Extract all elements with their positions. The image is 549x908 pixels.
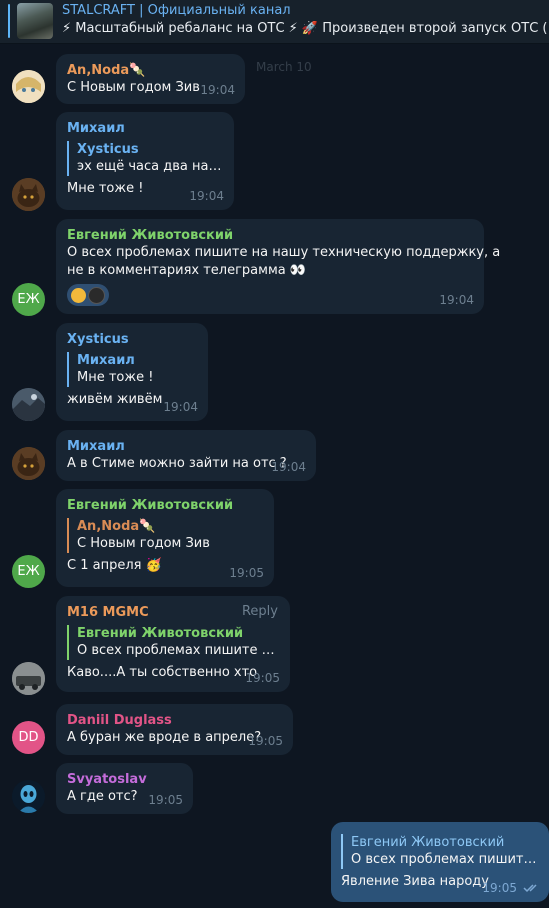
author-name[interactable]: Михаил — [67, 438, 305, 455]
reply-text: Мне тоже ! — [77, 370, 154, 385]
message-bubble[interactable]: Евгений Животовский An,Noda🍡 С Новым год… — [56, 489, 274, 587]
message-time: 19:05 — [248, 734, 283, 748]
author-name[interactable]: Svyatoslav — [67, 771, 182, 788]
avatar[interactable] — [12, 447, 45, 480]
reply-text: О всех проблемах пишите на ... — [77, 643, 279, 658]
reaction-avatar-icon — [88, 286, 105, 304]
channel-thumbnail — [17, 3, 53, 39]
reply-author: Михаил — [77, 353, 135, 368]
author-name[interactable]: Xysticus — [67, 331, 197, 348]
message-time: 19:05 — [245, 671, 280, 685]
reply-author: Евгений Животовский — [77, 626, 244, 641]
double-check-icon — [523, 884, 537, 893]
message-bubble[interactable]: M16 MGMC Reply Евгений Животовский О все… — [56, 596, 290, 692]
anime-avatar-icon — [12, 70, 45, 103]
message-bubble[interactable]: Евгений Животовский О всех проблемах пиш… — [56, 219, 501, 314]
pinned-accent-bar — [8, 4, 10, 38]
author-name[interactable]: An,Noda🍡 — [67, 62, 234, 79]
message-time: 19:04 — [439, 293, 474, 307]
avatar[interactable]: ЕЖ — [12, 555, 45, 588]
avatar[interactable]: ЕЖ — [12, 283, 45, 316]
message-time: 19:05 — [482, 881, 517, 895]
reply-quote[interactable]: Xysticus эх ещё часа два на ра... — [67, 141, 223, 176]
message-text: А в Стиме можно зайти на отс ? — [67, 456, 287, 471]
message-text-line-2: не в комментариях телеграмма 👀 — [67, 263, 307, 278]
avatar[interactable] — [12, 780, 45, 813]
author-name[interactable]: Михаил — [67, 120, 223, 137]
pinned-message-bar[interactable]: STALCRAFT | Официальный канал ⚡ Масштабн… — [0, 0, 549, 44]
pinned-text: ⚡ Масштабный ребаланс на ОТС ⚡ 🚀 Произве… — [62, 21, 547, 36]
message-bubble[interactable]: Svyatoslav А где отс? 19:05 — [56, 763, 193, 814]
message-bubble[interactable]: Xysticus Михаил Мне тоже ! живём живём 1… — [56, 323, 208, 421]
author-name[interactable]: Daniil Duglass — [67, 712, 282, 729]
reply-quote[interactable]: Евгений Животовский О всех проблемах пиш… — [341, 834, 538, 869]
reply-quote[interactable]: Евгений Животовский О всех проблемах пиш… — [67, 625, 279, 660]
avatar[interactable] — [12, 178, 45, 211]
author-name[interactable]: Евгений Животовский — [67, 497, 263, 514]
author-name[interactable]: Евгений Животовский — [67, 227, 473, 244]
message-bubble[interactable]: Михаил Xysticus эх ещё часа два на ра...… — [56, 112, 234, 210]
pinned-title: STALCRAFT | Официальный канал — [62, 3, 291, 18]
reply-button[interactable]: Reply — [242, 604, 278, 619]
message-time: 19:04 — [163, 400, 198, 414]
reply-author: An,Noda🍡 — [77, 519, 156, 534]
avatar-initials: DD — [18, 730, 39, 745]
message-time: 19:05 — [229, 566, 264, 580]
thumbs-up-icon[interactable] — [71, 287, 86, 303]
message-text-line-1: О всех проблемах пишите на нашу техничес… — [67, 245, 501, 260]
reply-author: Евгений Животовский — [351, 835, 505, 850]
cat-avatar-icon — [12, 178, 45, 211]
reply-text: О всех проблемах пишите н... — [351, 852, 538, 867]
message-time: 19:05 — [148, 793, 183, 807]
message-time: 19:04 — [271, 460, 306, 474]
message-time: 19:04 — [189, 189, 224, 203]
avatar[interactable] — [12, 662, 45, 695]
game-avatar-icon — [12, 388, 45, 421]
message-bubble[interactable]: Михаил А в Стиме можно зайти на отс ? 19… — [56, 430, 316, 481]
date-badge: March 10 — [256, 60, 312, 74]
message-bubble[interactable]: An,Noda🍡 С Новым годом Зив 19:04 — [56, 54, 245, 104]
cat-avatar-icon — [12, 447, 45, 480]
avatar[interactable]: DD — [12, 721, 45, 754]
message-time: 19:04 — [200, 83, 235, 97]
avatar[interactable] — [12, 388, 45, 421]
reply-author: Xysticus — [77, 142, 139, 157]
reply-quote[interactable]: Михаил Мне тоже ! — [67, 352, 197, 387]
reply-text: С Новым годом Зив — [77, 536, 210, 551]
reply-text: эх ещё часа два на ра... — [77, 159, 223, 174]
avatar-initials: ЕЖ — [17, 564, 40, 579]
reply-quote[interactable]: An,Noda🍡 С Новым годом Зив — [67, 518, 263, 553]
message-bubble[interactable]: Daniil Duglass А буран же вроде в апреле… — [56, 704, 293, 755]
alien-avatar-icon — [12, 780, 45, 813]
avatar[interactable] — [12, 70, 45, 103]
reactions-bar[interactable] — [67, 284, 109, 306]
outgoing-message-bubble[interactable]: Евгений Животовский О всех проблемах пиш… — [331, 822, 549, 902]
avatar-initials: ЕЖ — [17, 292, 40, 307]
vehicle-avatar-icon — [12, 662, 45, 695]
